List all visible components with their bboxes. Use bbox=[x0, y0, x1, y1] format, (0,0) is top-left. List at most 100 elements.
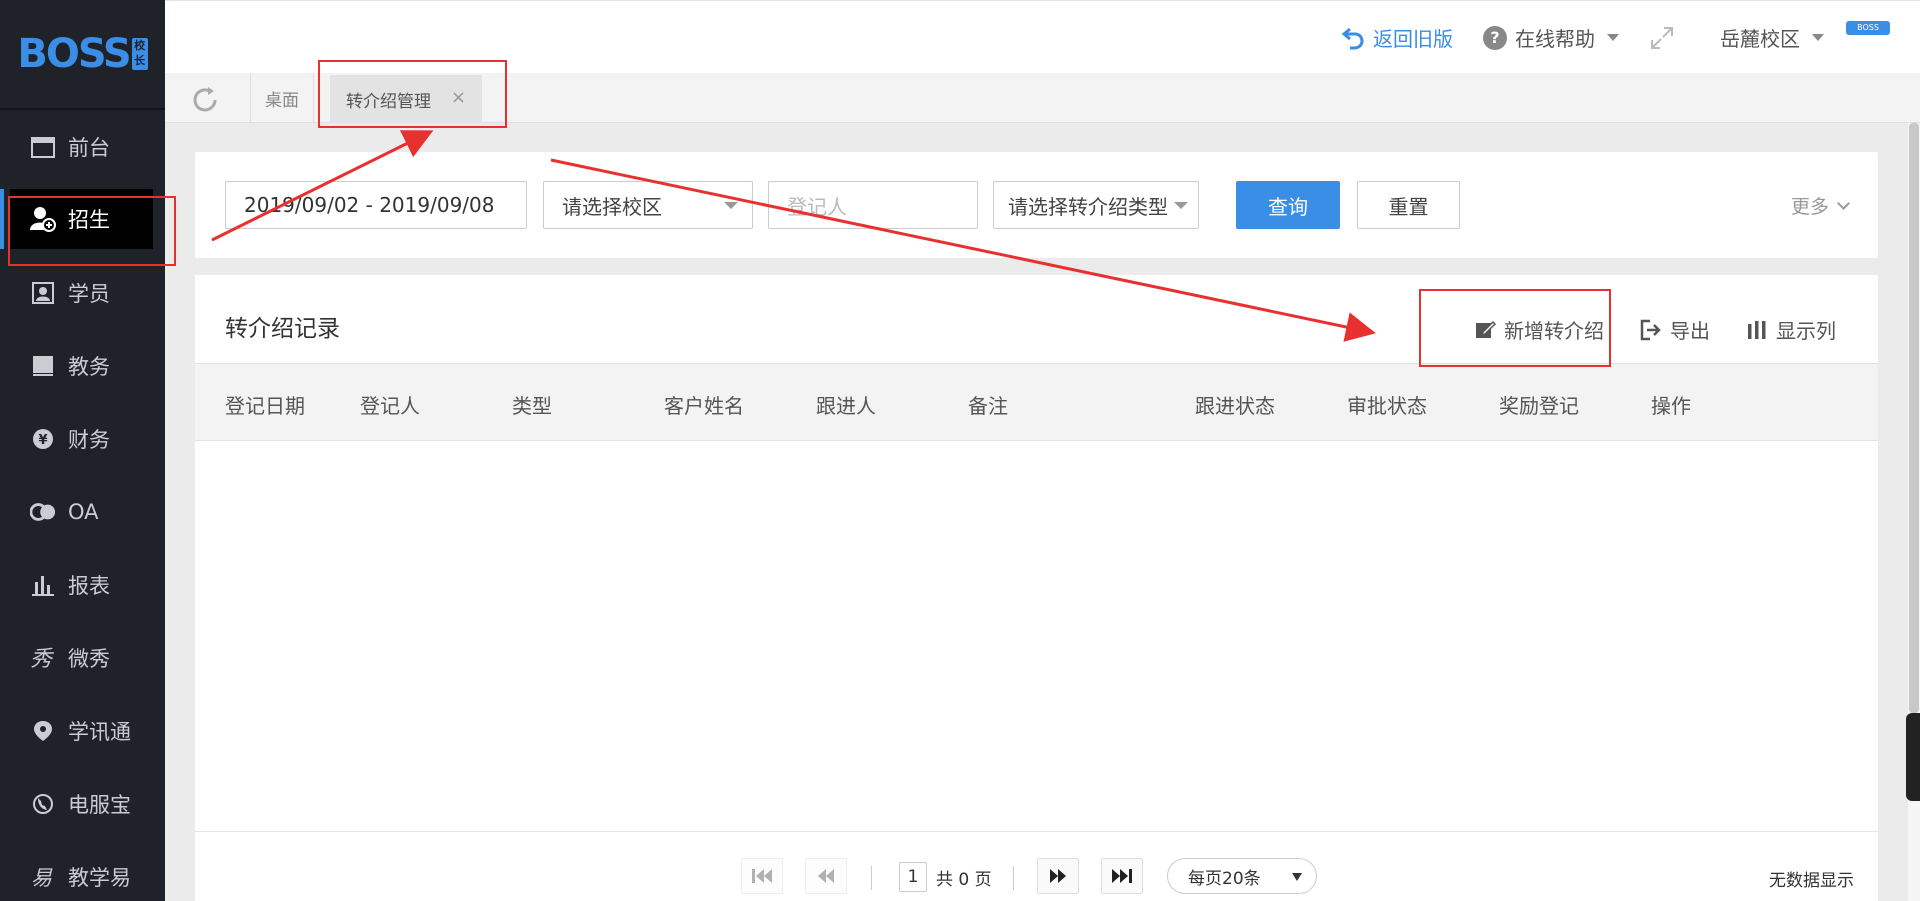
column-header[interactable]: 登记人 bbox=[360, 390, 420, 419]
sidebar-item-reports[interactable]: 报表 bbox=[0, 548, 165, 621]
edit-icon bbox=[1474, 319, 1496, 341]
per-page-label: 每页20条 bbox=[1188, 868, 1261, 889]
campus-select[interactable]: 请选择校区 bbox=[543, 181, 753, 229]
pagination: 1 共 0 页 每页20条 无数据显示 bbox=[195, 832, 1878, 901]
per-page-select[interactable]: 每页20条 bbox=[1167, 858, 1317, 894]
sidebar-item-label: 前台 bbox=[68, 135, 110, 160]
side-widget-handle[interactable] bbox=[1906, 713, 1920, 801]
add-referral-button[interactable]: 新增转介绍 bbox=[1474, 315, 1604, 344]
chevron-down-icon bbox=[1837, 196, 1850, 210]
svg-text:¥: ¥ bbox=[38, 433, 47, 448]
column-header[interactable]: 客户姓名 bbox=[664, 390, 744, 419]
chevron-down-icon bbox=[724, 202, 738, 209]
sidebar-item-label: 学员 bbox=[68, 281, 110, 306]
sidebar-item-dianfubao[interactable]: 电服宝 bbox=[0, 767, 165, 840]
divider bbox=[1013, 866, 1014, 890]
panel-title: 转介绍记录 bbox=[225, 316, 340, 342]
referral-type-select[interactable]: 请选择转介绍类型 bbox=[993, 181, 1199, 229]
sidebar-item-finance[interactable]: ¥ 财务 bbox=[0, 402, 165, 475]
sidebar-item-academic[interactable]: 教务 bbox=[0, 329, 165, 402]
close-icon[interactable]: × bbox=[451, 87, 466, 108]
sidebar-item-label: 学讯通 bbox=[68, 719, 131, 744]
sidebar-item-label: 教学易 bbox=[68, 865, 131, 890]
reset-button[interactable]: 重置 bbox=[1357, 181, 1460, 229]
logo[interactable]: BOSS 校长 bbox=[0, 0, 165, 110]
column-header[interactable]: 类型 bbox=[512, 390, 552, 419]
back-old-version-link[interactable]: 返回旧版 bbox=[1341, 23, 1453, 52]
last-page-button[interactable] bbox=[1101, 858, 1143, 894]
column-header[interactable]: 登记日期 bbox=[225, 390, 305, 419]
no-data-text: 无数据显示 bbox=[1769, 871, 1854, 891]
campus-switcher[interactable]: 岳麓校区 bbox=[1720, 23, 1824, 52]
sidebar-item-label: 电服宝 bbox=[68, 792, 131, 817]
sidebar-item-jiaoxueyi[interactable]: 易 教学易 bbox=[0, 840, 165, 901]
calendar-icon bbox=[30, 134, 56, 160]
more-label: 更多 bbox=[1790, 196, 1829, 218]
column-header[interactable]: 审批状态 bbox=[1347, 390, 1427, 419]
columns-icon bbox=[1746, 319, 1768, 341]
online-help-menu[interactable]: ? 在线帮助 bbox=[1483, 23, 1619, 52]
sidebar-item-label: 招生 bbox=[68, 208, 110, 232]
add-referral-label: 新增转介绍 bbox=[1504, 319, 1604, 343]
referral-type-label: 请选择转介绍类型 bbox=[1008, 194, 1168, 219]
sidebar-item-enrollment[interactable]: 招生 bbox=[0, 189, 153, 249]
yen-icon: ¥ bbox=[30, 426, 56, 452]
logo-badge: 校长 bbox=[131, 38, 148, 70]
tab-desktop-label: 桌面 bbox=[265, 90, 299, 111]
logo-text: BOSS bbox=[17, 31, 131, 77]
column-header[interactable]: 奖励登记 bbox=[1499, 390, 1579, 419]
next-page-button[interactable] bbox=[1037, 858, 1079, 894]
refresh-icon[interactable] bbox=[190, 85, 220, 115]
location-icon bbox=[30, 718, 56, 744]
student-card-icon bbox=[30, 280, 56, 306]
campus-select-label: 请选择校区 bbox=[562, 194, 662, 219]
back-old-label: 返回旧版 bbox=[1373, 27, 1453, 51]
scrollbar-thumb[interactable] bbox=[1909, 123, 1919, 713]
export-button[interactable]: 导出 bbox=[1640, 315, 1710, 344]
sidebar-item-label: 教务 bbox=[68, 354, 110, 379]
tab-referral-label: 转介绍管理 bbox=[346, 91, 431, 112]
export-icon bbox=[1640, 319, 1662, 341]
sidebar-item-weixiu[interactable]: 秀 微秀 bbox=[0, 621, 165, 694]
column-header[interactable]: 跟进状态 bbox=[1195, 390, 1275, 419]
table-header: 登记日期 登记人 类型 客户姓名 跟进人 备注 跟进状态 审批状态 奖励登记 操… bbox=[195, 363, 1878, 441]
svg-text:秀: 秀 bbox=[30, 647, 54, 670]
chevron-down-icon bbox=[1292, 873, 1302, 881]
weixiu-icon: 秀 bbox=[30, 645, 56, 671]
filter-card: 2019/09/02 - 2019/09/08 请选择校区 登记人 请选择转介绍… bbox=[195, 152, 1878, 258]
prev-page-button[interactable] bbox=[805, 858, 847, 894]
bar-chart-icon bbox=[30, 572, 56, 598]
phone-service-icon bbox=[30, 791, 56, 817]
svg-text:易: 易 bbox=[31, 866, 53, 888]
display-columns-button[interactable]: 显示列 bbox=[1746, 315, 1836, 344]
column-header[interactable]: 操作 bbox=[1651, 390, 1691, 419]
tab-desktop[interactable]: 桌面 bbox=[250, 73, 314, 123]
chevron-down-icon bbox=[1607, 34, 1619, 41]
undo-icon bbox=[1341, 26, 1365, 50]
page-total: 共 0 页 bbox=[936, 870, 992, 890]
registrar-input[interactable]: 登记人 bbox=[768, 181, 978, 229]
tab-referral-management[interactable]: 转介绍管理 × bbox=[330, 75, 482, 123]
help-label: 在线帮助 bbox=[1515, 27, 1595, 51]
sidebar-item-students[interactable]: 学员 bbox=[0, 256, 165, 329]
more-filters-toggle[interactable]: 更多 bbox=[1790, 192, 1850, 219]
referral-records-panel: 转介绍记录 新增转介绍 导出 显示列 登记日期 登记人 类型 客户姓名 跟进人 … bbox=[195, 275, 1878, 901]
column-header[interactable]: 备注 bbox=[968, 390, 1008, 419]
sidebar-item-label: 报表 bbox=[68, 573, 110, 598]
chevron-down-icon bbox=[1174, 202, 1188, 209]
sidebar-item-oa[interactable]: OA bbox=[0, 475, 165, 548]
avatar[interactable]: BOSS bbox=[1846, 20, 1890, 35]
sidebar-item-xuexuntong[interactable]: 学讯通 bbox=[0, 694, 165, 767]
query-button[interactable]: 查询 bbox=[1236, 181, 1340, 229]
date-range-input[interactable]: 2019/09/02 - 2019/09/08 bbox=[225, 181, 527, 229]
page-number-input[interactable]: 1 bbox=[899, 862, 927, 892]
help-icon: ? bbox=[1483, 25, 1507, 50]
expand-icon bbox=[1649, 25, 1675, 51]
oa-icon bbox=[30, 499, 56, 525]
teach-icon: 易 bbox=[30, 864, 56, 890]
column-header[interactable]: 跟进人 bbox=[816, 390, 876, 419]
tab-bar: 桌面 转介绍管理 × bbox=[165, 73, 1920, 123]
first-page-button[interactable] bbox=[741, 858, 783, 894]
sidebar-item-reception[interactable]: 前台 bbox=[0, 110, 165, 183]
fullscreen-button[interactable] bbox=[1649, 25, 1675, 51]
